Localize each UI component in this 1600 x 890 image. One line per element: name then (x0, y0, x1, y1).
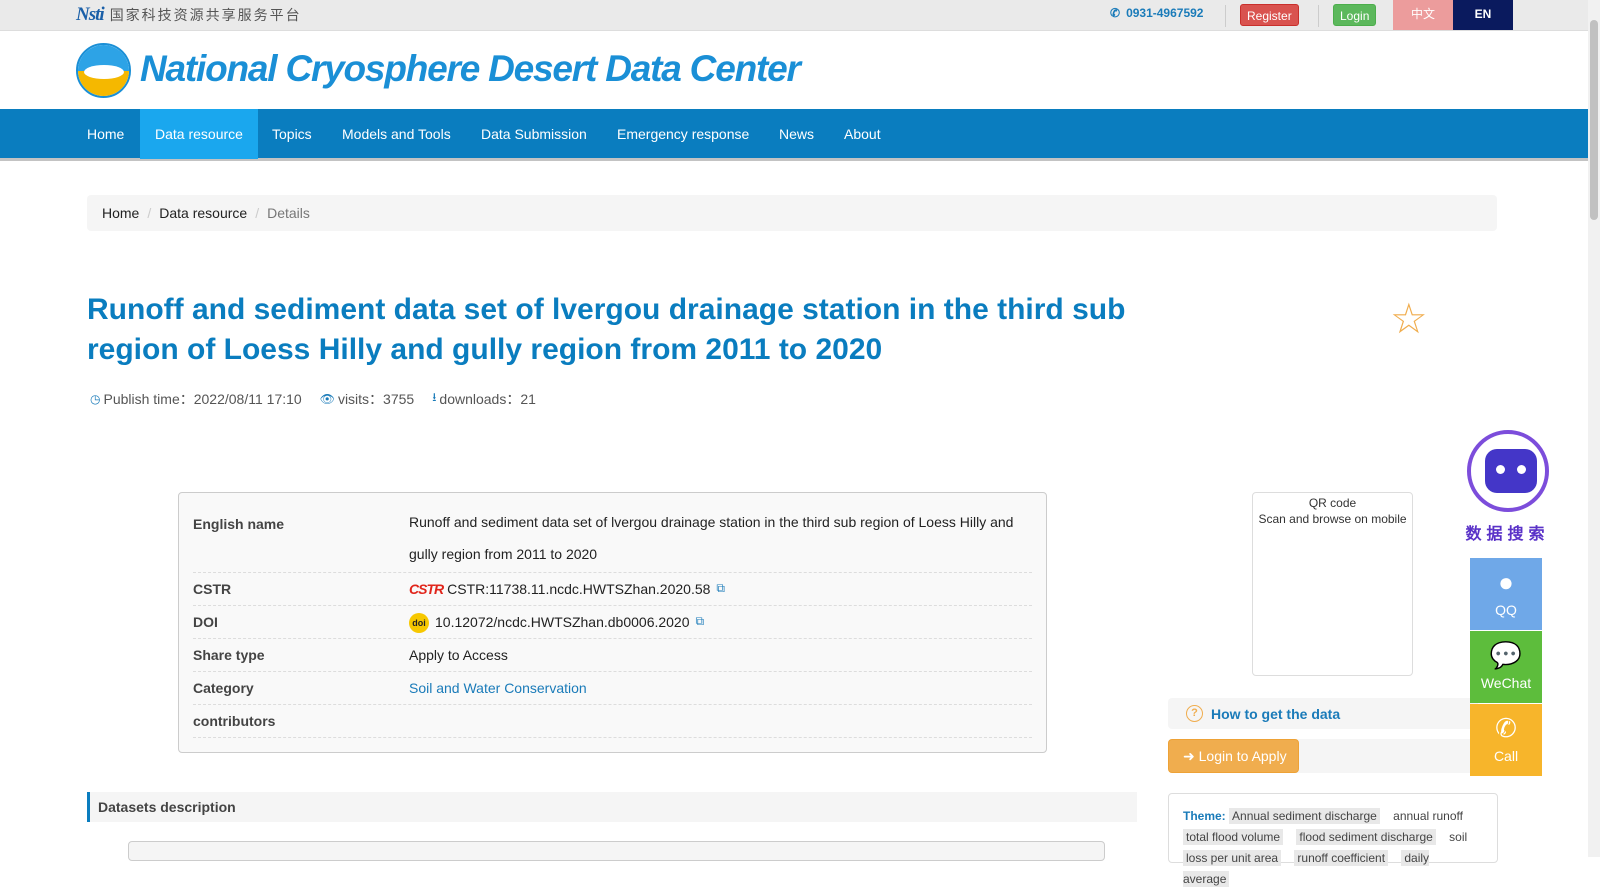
field-label: CSTR (193, 581, 232, 597)
call-label: Call (1493, 748, 1519, 764)
scrollbar-thumb[interactable] (1590, 20, 1598, 220)
doi-value: 10.12072/ncdc.HWTSZhan.db0006.2020 (435, 614, 690, 630)
downloads-count: downloads：21 (439, 390, 536, 407)
breadcrumb-current: Details (267, 205, 310, 221)
nav-item-models-tools[interactable]: Models and Tools (327, 109, 466, 159)
info-row-contributors: contributors (193, 705, 1032, 738)
nav-item-data-resource[interactable]: Data resource (140, 109, 258, 159)
qr-code-panel: QR code Scan and browse on mobile (1252, 492, 1413, 676)
breadcrumb-home[interactable]: Home (102, 205, 139, 221)
datasets-description-heading: Datasets description (87, 792, 1137, 822)
how-to-get-data-link[interactable]: ? How to get the data (1168, 698, 1478, 729)
wechat-button[interactable]: 💬 WeChat (1470, 631, 1542, 703)
qq-label: QQ (1495, 602, 1517, 618)
phone-icon: ✆ (1495, 713, 1517, 743)
qq-button[interactable]: ● QQ (1470, 558, 1542, 630)
info-row-share-type: Share type Apply to Access (193, 639, 1032, 672)
theme-tag[interactable]: Annual sediment discharge (1229, 808, 1380, 824)
dataset-info-table: English name Runoff and sediment data se… (178, 492, 1047, 753)
theme-tag[interactable]: annual runoff (1393, 809, 1463, 823)
lang-zh-button[interactable]: 中文 (1393, 0, 1453, 30)
info-row-cstr: CSTR CSTR CSTR:11738.11.ncdc.HWTSZhan.20… (193, 573, 1032, 606)
register-button[interactable]: Register (1240, 4, 1299, 26)
cstr-logo-icon: CSTR (409, 581, 444, 597)
dataset-meta: ◷ Publish time：2022/08/11 17:10 👁 visits：3… (90, 388, 554, 409)
qr-caption: Scan and browse on mobile (1258, 512, 1407, 526)
phone-contact: ✆ 0931-4967592 (1110, 6, 1203, 20)
field-label: DOI (193, 614, 218, 630)
main-nav: Home Data resource Topics Models and Too… (0, 109, 1588, 161)
english-name-value: Runoff and sediment data set of lvergou … (409, 514, 1014, 562)
publish-time: Publish time：2022/08/11 17:10 (103, 390, 302, 407)
how-to-get-data-label: How to get the data (1211, 705, 1341, 722)
divider (1318, 5, 1319, 27)
lang-en-button[interactable]: EN (1453, 0, 1513, 30)
question-icon: ? (1186, 705, 1203, 722)
login-to-apply-label: Login to Apply (1198, 748, 1287, 764)
page-scrollbar[interactable] (1588, 0, 1600, 857)
breadcrumb-data-resource[interactable]: Data resource (159, 205, 247, 221)
nav-item-about[interactable]: About (829, 109, 896, 159)
qq-icon: ● (1498, 567, 1514, 597)
info-row-english-name: English name Runoff and sediment data se… (193, 493, 1032, 573)
wechat-label: WeChat (1480, 675, 1532, 691)
phone-icon: ✆ (1110, 6, 1121, 20)
download-icon: ⭳ (432, 390, 437, 404)
theme-tag[interactable]: flood sediment discharge (1296, 829, 1436, 845)
top-bar: Nsti 国家科技资源共享服务平台 ✆ 0931-4967592 Registe… (0, 0, 1588, 31)
field-label: Share type (193, 647, 265, 663)
breadcrumb: Home / Data resource / Details (87, 195, 1497, 231)
clock-icon: ◷ (90, 391, 101, 406)
field-label: Category (193, 680, 254, 696)
divider (1225, 5, 1226, 27)
phone-number: 0931-4967592 (1126, 6, 1204, 20)
field-label: contributors (193, 713, 276, 729)
info-row-category: Category Soil and Water Conservation (193, 672, 1032, 705)
field-label: English name (193, 516, 285, 532)
info-row-doi: DOI doi 10.12072/ncdc.HWTSZhan.db0006.20… (193, 606, 1032, 639)
theme-panel: Theme: Annual sediment discharge annual … (1168, 793, 1498, 887)
login-button[interactable]: Login (1333, 4, 1377, 26)
share-type-value: Apply to Access (409, 647, 508, 663)
favorite-star-icon[interactable]: ☆ (1390, 298, 1428, 340)
call-button[interactable]: ✆ Call (1470, 704, 1542, 776)
wechat-icon: 💬 (1489, 640, 1523, 670)
description-box (128, 841, 1105, 861)
nav-item-data-submission[interactable]: Data Submission (466, 109, 602, 159)
qr-code-image: QR code (1308, 496, 1357, 510)
site-logo[interactable] (76, 43, 131, 98)
external-link-icon[interactable]: ⧉ (716, 581, 725, 596)
visits-count: visits：3755 (337, 390, 415, 407)
robot-icon (1467, 430, 1549, 512)
nav-item-home[interactable]: Home (72, 109, 139, 159)
doi-logo-icon: doi (409, 613, 429, 633)
category-link[interactable]: Soil and Water Conservation (409, 680, 587, 696)
nav-item-news[interactable]: News (764, 109, 829, 159)
nsti-logo: Nsti (76, 4, 105, 25)
theme-tag[interactable]: total flood volume (1183, 829, 1284, 845)
nav-item-emergency-response[interactable]: Emergency response (602, 109, 764, 159)
data-search-robot[interactable]: 数据搜索 (1460, 428, 1555, 543)
login-icon: ➜ (1183, 748, 1195, 764)
theme-tag[interactable]: runoff coefficient (1294, 850, 1389, 866)
external-link-icon[interactable]: ⧉ (696, 614, 705, 629)
contributors-value (409, 705, 1032, 737)
site-title[interactable]: National Cryosphere Desert Data Center (140, 48, 801, 90)
nav-item-topics[interactable]: Topics (257, 109, 327, 159)
nsti-logo-link[interactable]: Nsti 国家科技资源共享服务平台 (76, 4, 302, 26)
login-to-apply-button[interactable]: ➜ Login to Apply (1168, 739, 1299, 773)
nsti-platform-name: 国家科技资源共享服务平台 (109, 7, 302, 23)
cstr-value: CSTR:11738.11.ncdc.HWTSZhan.2020.58 (447, 581, 711, 597)
eye-icon: 👁 (319, 391, 335, 406)
theme-label: Theme: (1183, 809, 1226, 823)
robot-label: 数据搜索 (1465, 526, 1550, 543)
theme-tag[interactable]: loss per unit area (1183, 850, 1282, 866)
dataset-title: Runoff and sediment data set of lvergou … (87, 293, 1126, 366)
theme-tag[interactable]: soil (1449, 830, 1467, 844)
